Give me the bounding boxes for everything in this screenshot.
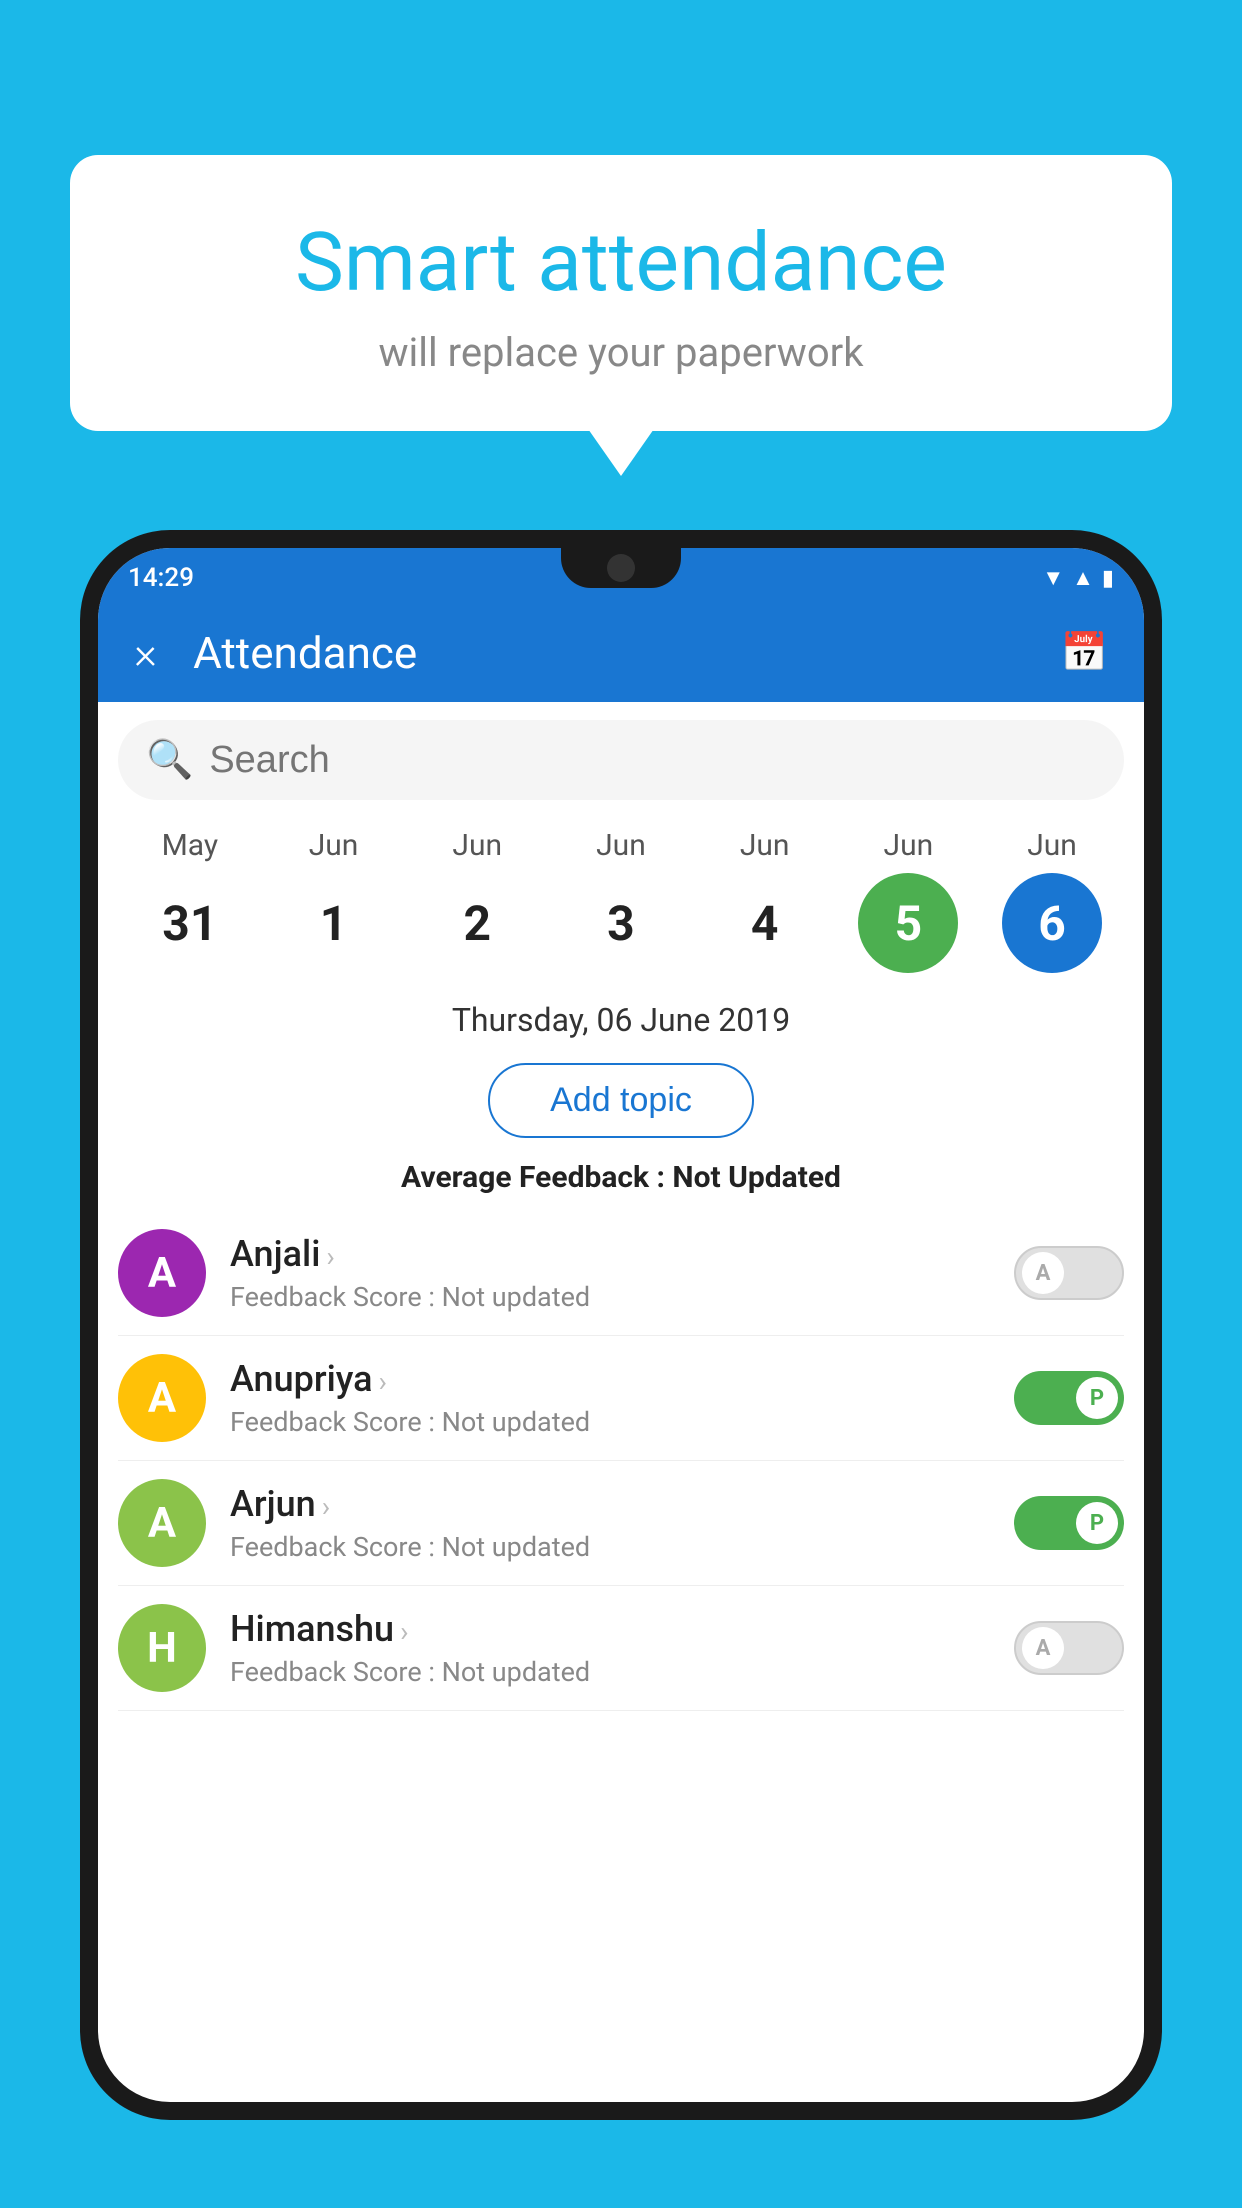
toggle-knob: A [1022,1252,1064,1294]
phone-screen: 14:29 ▼ ▲ ▮ × Attendance 📅 🔍 May31J [98,548,1144,2102]
date-day[interactable]: 4 [715,873,815,973]
selected-date-text: Thursday, 06 June 2019 [452,1001,790,1039]
phone-camera [607,554,635,582]
toggle-knob: A [1022,1627,1064,1669]
speech-bubble-container: Smart attendance will replace your paper… [70,155,1172,431]
date-col[interactable]: May 31 [125,828,255,973]
speech-bubble-subtitle: will replace your paperwork [130,329,1112,376]
add-topic-button[interactable]: Add topic [488,1063,754,1138]
attendance-toggle[interactable]: P [1014,1496,1124,1550]
student-info: Arjun› Feedback Score : Not updated [230,1483,1014,1563]
date-months-row: May 31 Jun 1 Jun 2 Jun 3 Jun 4 Jun 5 Jun 6 [118,828,1124,973]
date-day[interactable]: 1 [284,873,384,973]
student-item[interactable]: AAnjali›Feedback Score : Not updatedA [118,1211,1124,1336]
status-time: 14:29 [128,563,194,593]
student-chevron-icon: › [379,1365,387,1398]
student-item[interactable]: H Himanshu› Feedback Score : Not updatedA [118,1586,1124,1711]
student-score: Feedback Score : Not updated [230,1406,1014,1438]
toggle-knob: P [1076,1502,1118,1544]
toggle-wrap[interactable]: A [1014,1621,1124,1675]
date-month-label: Jun [740,828,790,863]
student-chevron-icon: › [322,1490,330,1523]
student-avatar: H [118,1604,206,1692]
date-day[interactable]: 6 [1002,873,1102,973]
toggle-knob: P [1076,1377,1118,1419]
student-score: Feedback Score : Not updated [230,1531,1014,1563]
average-feedback: Average Feedback : Not Updated [98,1152,1144,1211]
date-month-label: Jun [1027,828,1077,863]
student-item[interactable]: A Anupriya› Feedback Score : Not updated P [118,1336,1124,1461]
date-day[interactable]: 2 [427,873,527,973]
date-col[interactable]: Jun 3 [556,828,686,973]
attendance-toggle[interactable]: P [1014,1371,1124,1425]
attendance-toggle[interactable]: A [1014,1246,1124,1300]
student-avatar: A [118,1479,206,1567]
date-day[interactable]: 3 [571,873,671,973]
status-icons: ▼ ▲ ▮ [1042,565,1114,591]
date-col[interactable]: Jun 5 [843,828,973,973]
student-chevron-icon: › [326,1240,334,1273]
app-bar-title: Attendance [193,627,1061,679]
date-col[interactable]: Jun 1 [269,828,399,973]
speech-bubble-title: Smart attendance [130,215,1112,311]
student-chevron-icon: › [400,1615,408,1648]
signal-icon: ▲ [1072,565,1094,591]
student-name: Arjun [230,1483,316,1525]
student-info: Anjali› Feedback Score : Not updated [230,1233,1014,1313]
close-button[interactable]: × [134,627,157,679]
search-container[interactable]: 🔍 [118,720,1124,800]
toggle-wrap[interactable]: P [1014,1496,1124,1550]
student-item[interactable]: A Arjun› Feedback Score : Not updated P [118,1461,1124,1586]
date-col[interactable]: Jun 6 [987,828,1117,973]
date-col[interactable]: Jun 2 [412,828,542,973]
phone-wrapper: 14:29 ▼ ▲ ▮ × Attendance 📅 🔍 May31J [80,530,1162,2208]
student-score: Feedback Score : Not updated [230,1281,1014,1313]
wifi-icon: ▼ [1042,565,1064,591]
student-name-row: Anupriya› [230,1358,1014,1400]
date-day[interactable]: 5 [858,873,958,973]
speech-bubble: Smart attendance will replace your paper… [70,155,1172,431]
selected-date-info: Thursday, 06 June 2019 [98,983,1144,1049]
date-picker: May 31 Jun 1 Jun 2 Jun 3 Jun 4 Jun 5 Jun 6 [98,818,1144,983]
student-name: Himanshu [230,1608,394,1650]
date-day[interactable]: 31 [140,873,240,973]
date-month-label: Jun [309,828,359,863]
attendance-toggle[interactable]: A [1014,1621,1124,1675]
student-list: AAnjali›Feedback Score : Not updatedAAAn… [98,1211,1144,1711]
calendar-icon[interactable]: 📅 [1061,631,1108,675]
app-bar: × Attendance 📅 [98,604,1144,702]
search-input[interactable] [209,739,1096,782]
student-name-row: Arjun› [230,1483,1014,1525]
date-col[interactable]: Jun 4 [700,828,830,973]
student-name: Anjali [230,1233,320,1275]
date-month-label: Jun [884,828,934,863]
student-name: Anupriya [230,1358,373,1400]
student-info: Anupriya› Feedback Score : Not updated [230,1358,1014,1438]
toggle-wrap[interactable]: A [1014,1246,1124,1300]
battery-icon: ▮ [1102,566,1114,591]
student-avatar: A [118,1354,206,1442]
date-month-label: Jun [452,828,502,863]
feedback-value: Not Updated [672,1160,841,1195]
date-month-label: Jun [596,828,646,863]
student-avatar: A [118,1229,206,1317]
student-name-row: Anjali› [230,1233,1014,1275]
search-icon: 🔍 [146,738,193,782]
phone-outer: 14:29 ▼ ▲ ▮ × Attendance 📅 🔍 May31J [80,530,1162,2120]
feedback-label-text: Average Feedback : [401,1160,672,1195]
toggle-wrap[interactable]: P [1014,1371,1124,1425]
student-name-row: Himanshu› [230,1608,1014,1650]
date-month-label: May [162,828,218,863]
student-score: Feedback Score : Not updated [230,1656,1014,1688]
student-info: Himanshu› Feedback Score : Not updated [230,1608,1014,1688]
